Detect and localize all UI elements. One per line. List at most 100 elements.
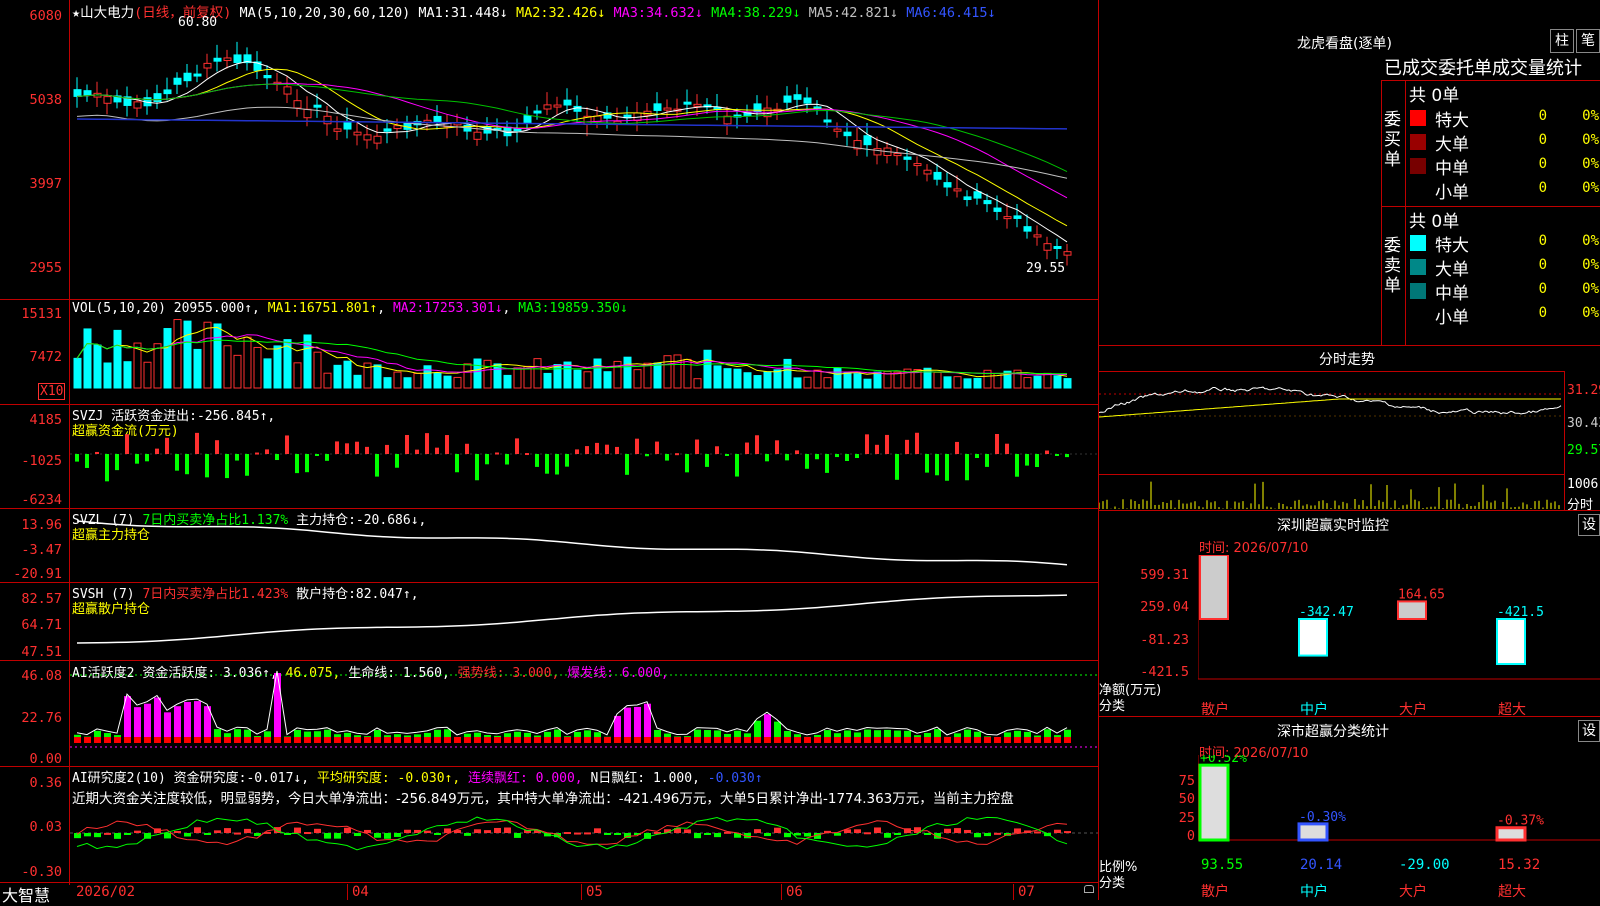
flow-bar	[185, 454, 189, 475]
candle	[753, 103, 762, 113]
activity-base	[694, 737, 701, 743]
volume-bar	[423, 365, 432, 389]
volume-bar	[193, 348, 202, 389]
color-swatch	[1410, 235, 1426, 251]
flow-bar	[215, 440, 219, 454]
activity-base	[604, 737, 611, 743]
svzl-axis-label: 13.96	[21, 517, 62, 533]
volume-bar	[433, 372, 442, 389]
monitor-time: 时间: 2026/07/10	[1199, 541, 1309, 556]
research-bar	[994, 832, 1001, 835]
intraday-axis-label: 29.57	[1567, 443, 1600, 458]
intraday-axis-label: 30.43	[1567, 416, 1600, 431]
ai-active-chart[interactable]	[70, 661, 1098, 766]
volume-chart[interactable]	[70, 318, 1098, 403]
volume-bar	[593, 358, 602, 389]
research-bar	[434, 833, 441, 835]
flow-bar	[695, 439, 699, 454]
intraday-panel[interactable]: 分时走势 31.29 30.43 29.57 1006 分时	[1099, 346, 1600, 513]
monitor-chart[interactable]: 599.31 -342.47 164.65 -421.5	[1198, 555, 1600, 695]
classify-bar-pct: -0.30%	[1299, 810, 1346, 825]
candle	[513, 128, 522, 132]
activity-base	[934, 737, 941, 743]
flow-bar	[845, 454, 849, 462]
research-bar	[584, 832, 591, 835]
volume-bar	[973, 377, 982, 389]
flow-bar	[385, 444, 389, 454]
volume-bar	[623, 356, 632, 389]
lock-icon[interactable]	[1084, 885, 1094, 893]
volume-bar	[383, 377, 392, 389]
research-bar	[874, 827, 881, 833]
volume-bar	[693, 378, 702, 389]
flow-bar	[745, 442, 749, 454]
color-swatch	[1410, 110, 1426, 126]
svsh-chart[interactable]	[70, 583, 1098, 660]
panel-divider	[0, 299, 1098, 300]
buy-side-label: 委买单	[1384, 110, 1401, 170]
date-tick	[581, 884, 582, 900]
row-pct: 0%	[1582, 305, 1599, 321]
flow-bar	[415, 449, 419, 454]
volume-bar	[1023, 377, 1032, 389]
intraday-chart[interactable]	[1099, 372, 1563, 510]
activity-base	[954, 737, 961, 743]
volume-bar	[213, 323, 222, 389]
flow-bar	[685, 454, 689, 473]
flow-bar	[265, 449, 269, 454]
column-view-button[interactable]: 柱	[1550, 29, 1574, 53]
monitor-axis-label: 599.31	[1140, 567, 1189, 583]
volume-bar	[723, 368, 732, 389]
volume-bar	[853, 373, 862, 389]
candle	[103, 96, 112, 104]
research-bar	[514, 833, 521, 838]
panel-divider	[0, 882, 1098, 883]
ai-research-last: -0.030↑	[707, 771, 763, 786]
row-count: 0	[1538, 108, 1547, 124]
svzl-axis-label: -3.47	[21, 542, 62, 558]
chart-area[interactable]: 6080 5038 3997 2955 ★山大电力(日线，前复权) MA(5,1…	[0, 0, 1098, 905]
candle	[593, 115, 602, 123]
date-label: 04	[352, 884, 369, 900]
brand-logo: 大智慧	[2, 886, 51, 905]
activity-base	[204, 737, 211, 743]
flow-bar	[585, 446, 589, 454]
volume-bar	[643, 362, 652, 389]
activity-base	[474, 737, 481, 743]
flow-bar	[545, 454, 549, 474]
volume-bar	[703, 349, 712, 389]
candle	[723, 115, 732, 125]
ai-research-chart[interactable]	[70, 805, 1098, 882]
volume-bar	[663, 355, 672, 389]
activity-base	[594, 737, 601, 743]
activity-base	[574, 737, 581, 743]
tick-view-button[interactable]: 笔	[1576, 29, 1600, 53]
flow-bar	[85, 454, 89, 468]
flow-bar	[785, 454, 789, 461]
activity-base	[1014, 737, 1021, 743]
research-bar	[324, 833, 331, 839]
activity-bar	[184, 701, 191, 743]
monitor-settings-button[interactable]: 设	[1578, 514, 1600, 536]
flow-bar	[95, 451, 99, 454]
activity-base	[144, 737, 151, 743]
price-chart[interactable]	[70, 14, 1098, 298]
color-swatch	[1410, 158, 1426, 174]
vol-ma3-label: MA3:	[518, 301, 550, 316]
candle	[223, 57, 232, 61]
research-bar	[204, 833, 211, 835]
row-pct: 0%	[1582, 132, 1599, 148]
activity-base	[94, 737, 101, 743]
activity-base	[614, 737, 621, 743]
classify-settings-button[interactable]: 设	[1578, 720, 1600, 742]
ai-research-axis-label: -0.30	[21, 864, 62, 880]
svzj-chart[interactable]	[70, 405, 1098, 508]
flow-bar	[995, 433, 999, 454]
svzl-chart[interactable]	[70, 509, 1098, 582]
classify-chart[interactable]: +0.52% -0.30% -0.37%	[1198, 755, 1600, 845]
activity-base	[984, 737, 991, 743]
activity-base	[894, 737, 901, 743]
candle	[523, 115, 532, 124]
candle	[573, 105, 582, 112]
flow-bar	[965, 454, 969, 481]
